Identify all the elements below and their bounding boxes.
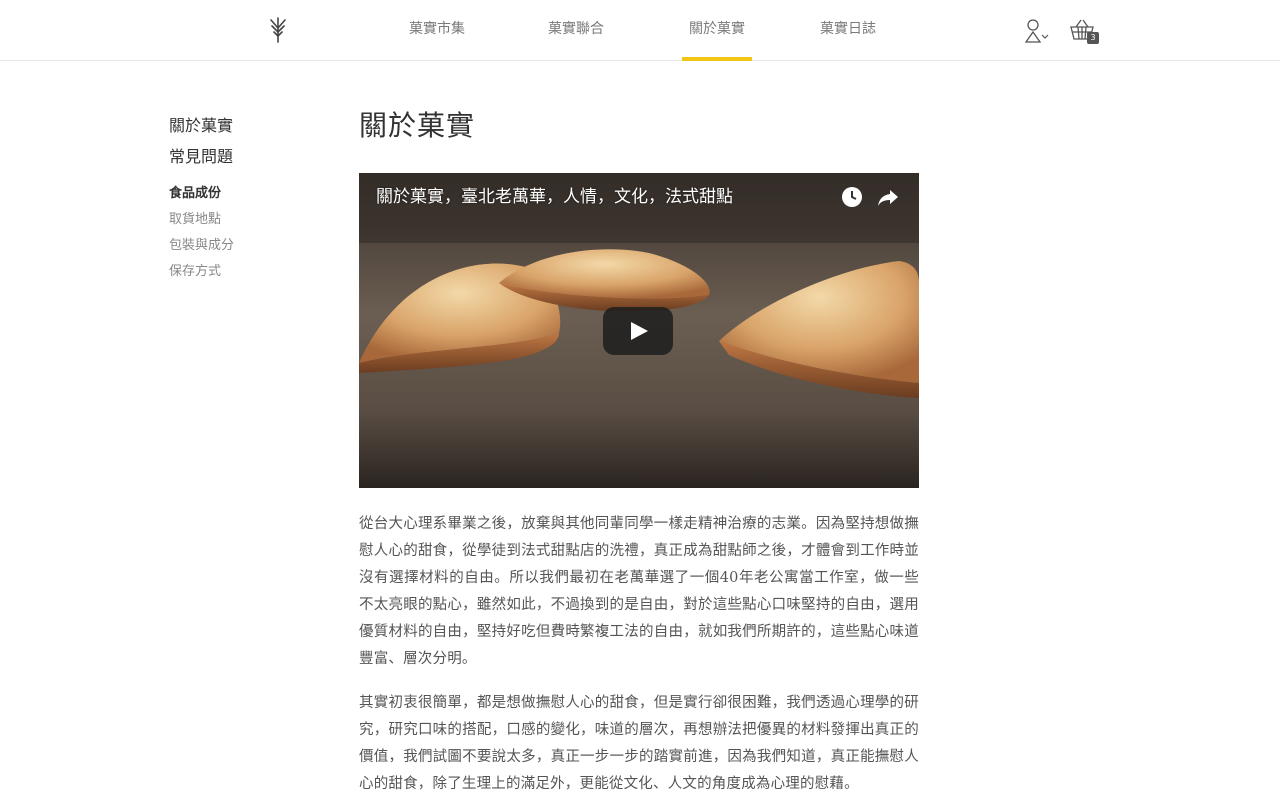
user-account-button[interactable] <box>1022 18 1052 44</box>
nav-item-alliance[interactable]: 菓實聯合 <box>547 0 605 60</box>
sidebar: 關於菓實 常見問題 食品成份 取貨地點 包裝與成分 保存方式 <box>169 114 319 288</box>
nav-item-journal[interactable]: 菓實日誌 <box>819 0 877 60</box>
sidebar-item-storage[interactable]: 保存方式 <box>169 262 319 288</box>
sidebar-item-pickup-locations[interactable]: 取貨地點 <box>169 210 319 236</box>
sidebar-item-faq[interactable]: 常見問題 <box>169 145 319 176</box>
cart-button[interactable]: 3 <box>1070 18 1102 48</box>
sidebar-item-about[interactable]: 關於菓實 <box>169 114 319 145</box>
chevron-down-icon <box>1041 34 1049 39</box>
play-icon[interactable] <box>603 307 673 355</box>
brand-logo-icon[interactable] <box>266 16 290 44</box>
share-icon[interactable] <box>876 185 900 209</box>
nav-item-about[interactable]: 關於菓實 <box>682 0 752 61</box>
user-icon <box>1024 19 1049 43</box>
video-player[interactable]: 關於菓實，臺北老萬華，人情，文化，法式甜點 <box>359 173 919 488</box>
watch-later-icon[interactable] <box>840 185 864 209</box>
sidebar-item-ingredients[interactable]: 食品成份 <box>169 184 319 210</box>
page-title: 關於菓實 <box>359 109 476 142</box>
intro-paragraph-1: 從台大心理系畢業之後，放棄與其他同輩同學一樣走精神治療的志業。因為堅持想做撫慰人… <box>359 516 919 667</box>
intro-paragraph-2: 其實初衷很簡單，都是想做撫慰人心的甜食，但是實行卻很困難，我們透過心理學的研究，… <box>359 695 919 792</box>
cart-count-badge: 3 <box>1087 32 1099 44</box>
sidebar-item-packaging[interactable]: 包裝與成分 <box>169 236 319 262</box>
nav-item-market[interactable]: 菓實市集 <box>408 0 466 60</box>
video-title: 關於菓實，臺北老萬華，人情，文化，法式甜點 <box>376 187 733 207</box>
top-nav-bar: 菓實市集 菓實聯合 關於菓實 菓實日誌 3 <box>0 0 1280 61</box>
main-content: 關於菓實 關於菓實，臺北老萬華，人情，文化，法式甜點 從台大心理系畢業之後，放棄… <box>359 106 919 798</box>
